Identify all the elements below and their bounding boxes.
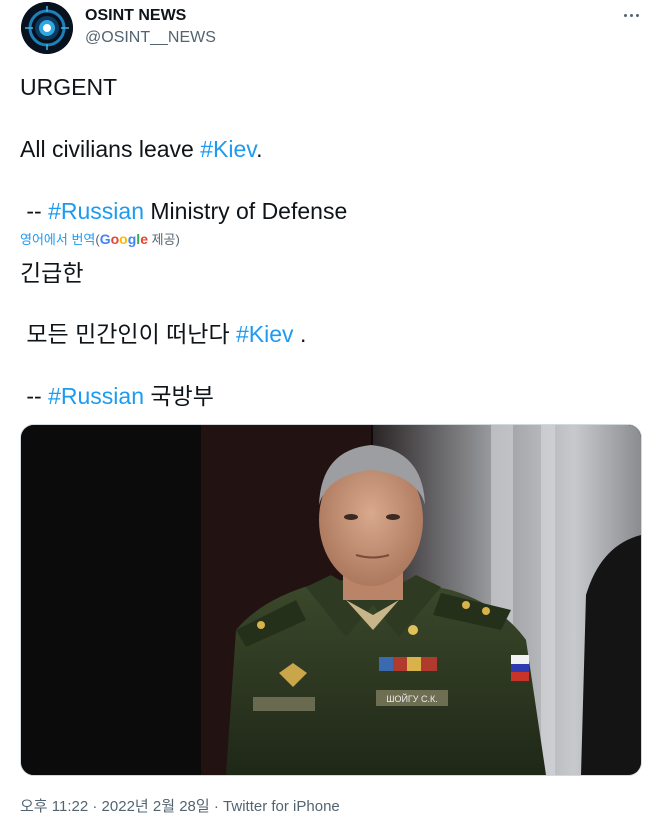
tweet-photo[interactable]: ШОЙГУ С.К. <box>20 424 642 776</box>
text-segment: 국방부 <box>144 383 214 409</box>
text-segment: All civilians leave <box>20 136 201 162</box>
hashtag-russian-translated[interactable]: #Russian <box>48 383 144 409</box>
separator: · <box>88 798 102 815</box>
google-logo: Google <box>99 231 148 247</box>
more-horizontal-icon[interactable] <box>618 4 644 26</box>
tweet-meta: 오후 11:22 · 2022년 2월 28일 · Twitter for iP… <box>20 795 340 816</box>
tweet-time[interactable]: 오후 11:22 <box>20 798 88 815</box>
text-segment: -- <box>20 383 49 409</box>
translation-credit[interactable]: 영어에서 번역(Google 제공) <box>20 230 180 249</box>
text-segment: Ministry of Defense <box>144 198 348 224</box>
tweet-line-ministry: -- #Russian Ministry of Defense <box>20 197 347 225</box>
provided-label: 제공) <box>147 232 180 247</box>
tweet-line-civilians: All civilians leave #Kiev. <box>20 135 262 163</box>
author-handle[interactable]: @OSINT__NEWS <box>85 29 216 47</box>
text-segment: 모든 민간인이 떠난다 <box>20 321 237 347</box>
tweet-date[interactable]: 2022년 2월 28일 <box>102 798 210 815</box>
hashtag-russian[interactable]: #Russian <box>48 198 144 224</box>
photo-illustration: ШОЙГУ С.К. <box>21 425 641 775</box>
nameplate-text: ШОЙГУ С.К. <box>386 693 438 704</box>
text-segment: . <box>293 321 307 347</box>
hashtag-kiev-translated[interactable]: #Kiev <box>236 321 294 347</box>
translated-line-urgent: 긴급한 <box>20 260 84 286</box>
translated-line-civilians: 모든 민간인이 떠난다 #Kiev . <box>20 320 306 348</box>
avatar[interactable] <box>21 2 73 54</box>
hashtag-kiev[interactable]: #Kiev <box>200 136 256 162</box>
tweet: OSINT NEWS @OSINT__NEWS URGENT All civil… <box>0 0 648 827</box>
tweet-line-urgent: URGENT <box>20 74 118 100</box>
translate-label[interactable]: 영어에서 번역 <box>20 232 95 247</box>
separator: · <box>209 798 224 815</box>
text-segment: . <box>256 136 263 162</box>
author-name[interactable]: OSINT NEWS <box>85 7 186 25</box>
tweet-source[interactable]: Twitter for iPhone <box>223 798 340 815</box>
translated-line-ministry: -- #Russian 국방부 <box>20 382 214 410</box>
eye-logo-icon <box>21 2 73 54</box>
text-segment: -- <box>20 198 49 224</box>
